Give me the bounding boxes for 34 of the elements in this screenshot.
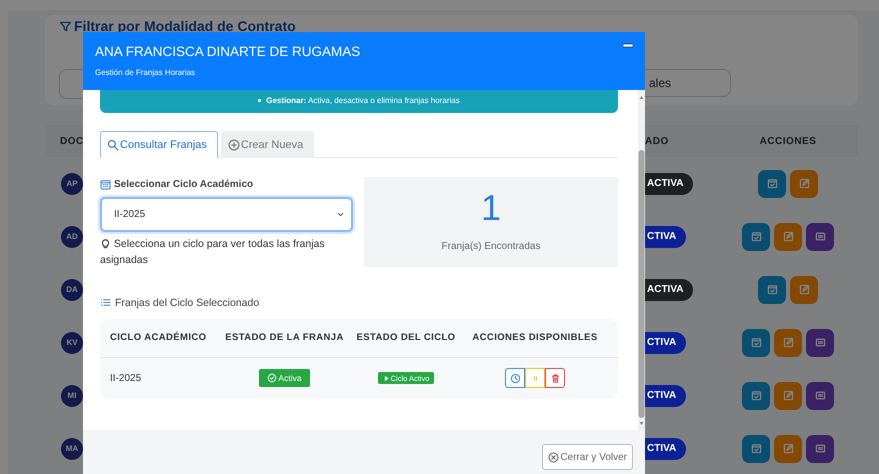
status-badge: CTIVA <box>645 226 686 248</box>
column-header: ACCIONES <box>758 136 818 146</box>
column-header: DOC <box>59 136 83 146</box>
status-badge: CTIVA <box>645 438 686 460</box>
info-text: Gestionar: Activa, desactiva o elimina franjas horarias <box>266 96 460 104</box>
column-header: ACCIONES DISPONIBLES <box>472 332 598 343</box>
stat-label: Franja(s) Encontradas <box>442 241 540 252</box>
column-header: ESTADO DE LA FRANJA <box>225 332 344 343</box>
modal-subtitle: Gestión de Franjas Horarias <box>95 68 196 77</box>
column-header: CICLO ACADÉMICO <box>110 332 206 343</box>
status-badge: ACTIVA <box>645 278 694 300</box>
avatar: MI <box>61 384 83 406</box>
close-button[interactable]: Cerrar y Volver <box>542 444 633 470</box>
cycle-select[interactable]: II-2025 <box>100 197 353 232</box>
filter-title: Filtrar por Modalidad de Contrato <box>59 18 296 34</box>
column-header: ADO <box>645 136 670 146</box>
section-title: Franjas del Ciclo Seleccionado <box>100 296 618 308</box>
hint-text: Selecciona un ciclo para ver todas las franjas asignadas <box>100 237 326 268</box>
avatar: AP <box>61 172 83 194</box>
status-badge: Activa <box>259 369 310 387</box>
avatar: AD <box>61 226 83 248</box>
modal-title: ANA FRANCISCA DINARTE DE RUGAMAS <box>95 44 362 59</box>
avatar: KV <box>61 332 83 354</box>
tab[interactable]: Consultar Franjas <box>100 131 218 158</box>
table-cell: II-2025 <box>110 372 142 384</box>
tab[interactable]: Crear Nueva <box>220 131 314 158</box>
column-header: ESTADO DEL CICLO <box>356 332 456 343</box>
status-badge: CTIVA <box>645 332 686 354</box>
stat-count: 1 <box>480 187 502 229</box>
field-label: Seleccionar Ciclo Académico <box>100 179 353 190</box>
status-badge: ACTIVA <box>645 172 694 194</box>
avatar: MA <box>61 438 83 460</box>
status-badge: CTIVA <box>645 384 686 406</box>
avatar: DA <box>61 278 83 300</box>
